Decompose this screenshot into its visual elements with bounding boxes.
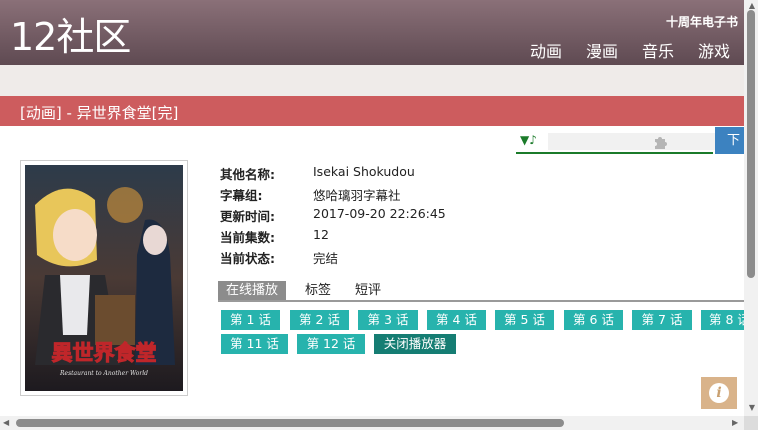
header-spacer (0, 65, 744, 96)
info-label: 当前集数: (220, 230, 275, 245)
info-value: 12 (313, 227, 329, 242)
scrollbar-corner (744, 416, 758, 430)
episode-button-2[interactable]: 第 2 话 (290, 310, 349, 330)
poster-subtitle: Restaurant to Another World (59, 370, 148, 377)
info-button[interactable]: i (701, 377, 737, 409)
nav-music[interactable]: 音乐 (642, 38, 674, 62)
horizontal-scrollbar[interactable]: ◀ ▶ (0, 416, 744, 430)
plugin-placeholder[interactable] (548, 133, 726, 150)
info-label: 更新时间: (220, 209, 275, 224)
info-label: 当前状态: (220, 251, 275, 266)
content-tabs: 在线播放 标签 短评 (218, 281, 744, 302)
anniversary-ebook-link[interactable]: 十周年电子书 (666, 13, 738, 30)
poster-logo-text: 異世界食堂 (52, 340, 157, 365)
episode-button-4[interactable]: 第 4 话 (427, 310, 486, 330)
main-nav: 动画 漫画 音乐 游戏 (530, 38, 730, 62)
site-logo[interactable]: 12社区 (10, 14, 131, 60)
nav-anime[interactable]: 动画 (530, 38, 562, 62)
nav-games[interactable]: 游戏 (698, 38, 730, 62)
info-value: Isekai Shokudou (313, 164, 415, 179)
info-label: 其他名称: (220, 167, 275, 182)
puzzle-icon (652, 134, 668, 154)
tab-reviews[interactable]: 短评 (355, 281, 381, 300)
info-icon: i (709, 383, 729, 403)
anime-poster: 異世界食堂 Restaurant to Another World (20, 160, 188, 396)
site-header: 12社区 十周年电子书 动画 漫画 音乐 游戏 (0, 0, 744, 65)
episode-button-8[interactable]: 第 8 话 (701, 310, 744, 330)
download-button[interactable]: 下 (715, 127, 744, 154)
info-value: 2017-09-20 22:26:45 (313, 206, 446, 221)
episode-button-3[interactable]: 第 3 话 (358, 310, 418, 330)
info-value: 悠哈璃羽字幕社 (313, 188, 401, 203)
scroll-up-arrow-icon[interactable]: ▲ (749, 1, 755, 10)
music-player-bar: ▼♪ (516, 131, 726, 154)
nav-manga[interactable]: 漫画 (586, 38, 618, 62)
info-label: 字幕组: (220, 188, 263, 203)
tab-online-play[interactable]: 在线播放 (218, 281, 287, 300)
scroll-left-arrow-icon[interactable]: ◀ (3, 418, 9, 427)
close-player-button[interactable]: 关闭播放器 (374, 334, 456, 354)
episode-button-12[interactable]: 第 12 话 (297, 334, 365, 354)
title-bar: [动画] - 异世界食堂[完] (0, 96, 744, 126)
vertical-scroll-thumb[interactable] (747, 10, 755, 278)
episode-button-7[interactable]: 第 7 话 (632, 310, 692, 330)
page-title: [动画] - 异世界食堂[完] (20, 104, 179, 122)
episode-button-6[interactable]: 第 6 话 (564, 310, 623, 330)
info-value: 完结 (313, 251, 339, 266)
tab-tags[interactable]: 标签 (305, 281, 331, 300)
vertical-scrollbar[interactable]: ▲ ▼ (744, 0, 758, 416)
episode-button-5[interactable]: 第 5 话 (495, 310, 554, 330)
scroll-right-arrow-icon[interactable]: ▶ (732, 418, 738, 427)
horizontal-scroll-thumb[interactable] (16, 419, 564, 427)
scroll-down-arrow-icon[interactable]: ▼ (749, 403, 755, 412)
episode-button-1[interactable]: 第 1 话 (221, 310, 280, 330)
music-toggle-button[interactable]: ▼♪ (520, 133, 537, 147)
episode-button-11[interactable]: 第 11 话 (221, 334, 288, 354)
